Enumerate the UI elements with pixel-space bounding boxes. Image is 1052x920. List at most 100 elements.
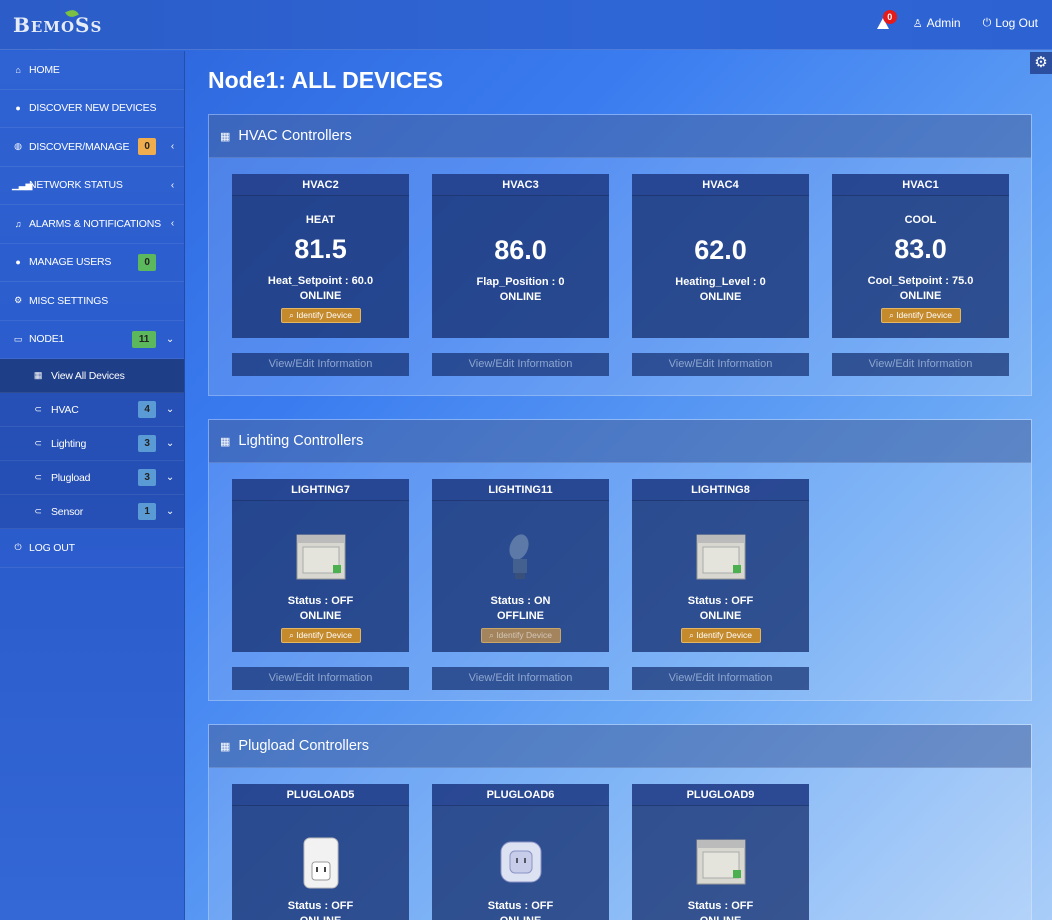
sidebar-item-logout[interactable]: ⏻ LOG OUT: [0, 529, 184, 568]
view-edit-button[interactable]: View/Edit Information: [632, 667, 809, 690]
device-state: ONLINE: [499, 291, 542, 303]
chevron-left-icon: ‹: [170, 141, 174, 153]
identify-device-button[interactable]: ⌕ Identify Device: [680, 628, 761, 643]
table-icon: ▦: [220, 130, 231, 143]
device-name: PLUGLOAD9: [632, 784, 809, 806]
device-parameter: Heat_Setpoint : 60.0: [267, 275, 374, 287]
view-edit-button[interactable]: View/Edit Information: [632, 353, 809, 376]
device-card-plugload5[interactable]: PLUGLOAD5 Status : OFF ONLINE: [232, 784, 409, 920]
sidebar-item-label: Plugload: [51, 471, 91, 484]
view-edit-button[interactable]: View/Edit Information: [232, 353, 409, 376]
sidebar-item-discover-manage[interactable]: ◍ DISCOVER/MANAGE 0 ‹: [0, 128, 184, 167]
node1-submenu: ▦ View All Devices ⊂ HVAC 4 ⌄ ⊂ Lighting 3 ⌄ ⊂ P…: [0, 359, 184, 529]
table-icon: ▦: [220, 740, 231, 753]
sidebar-item-label: View All Devices: [51, 369, 125, 382]
sidebar-item-misc-settings[interactable]: ⚙ MISC SETTINGS: [0, 282, 184, 321]
sidebar-item-label: ALARMS & NOTIFICATIONS: [29, 217, 161, 230]
plugload-count-badge: 3: [138, 469, 156, 486]
alert-icon[interactable]: 0: [876, 10, 897, 30]
identify-device-button[interactable]: ⌕ Identify Device: [280, 308, 361, 323]
hdd-icon: ⊂: [34, 404, 42, 414]
user-icon: ●: [15, 257, 21, 268]
device-name: HVAC3: [432, 174, 609, 196]
device-name: PLUGLOAD6: [432, 784, 609, 806]
table-icon: ▦: [33, 370, 43, 380]
device-name: LIGHTING11: [432, 479, 609, 501]
sidebar-item-label: DISCOVER NEW DEVICES: [29, 102, 157, 115]
sensor-count-badge: 1: [138, 503, 156, 520]
discover-count-badge: 0: [138, 138, 156, 156]
sidebar-item-label: Sensor: [51, 505, 84, 518]
device-card-lighting11[interactable]: LIGHTING11 Status : ON OFFLINE ⌕ Identif…: [432, 479, 609, 652]
alert-count-badge: 0: [882, 10, 897, 24]
device-card-lighting8[interactable]: LIGHTING8 Status : OFF ONLINE ⌕ Identify…: [632, 479, 809, 652]
device-card-plugload9[interactable]: PLUGLOAD9 Status : OFF ONLINE: [632, 784, 809, 920]
device-card-hvac4[interactable]: HVAC4 62.0 Heating_Level : 0 ONLINE: [632, 174, 809, 338]
plugload-heading: Plugload Controllers: [238, 738, 369, 754]
sidebar-item-label: MISC SETTINGS: [29, 294, 109, 307]
device-status: Status : OFF: [287, 900, 354, 912]
sidebar-item-plugload[interactable]: ⊂ Plugload 3 ⌄: [0, 461, 184, 495]
device-mode: [432, 214, 609, 227]
device-mode: HEAT: [305, 214, 336, 226]
power-icon: ⏻: [982, 16, 992, 29]
sidebar-item-node1[interactable]: ▭ NODE1 11 ⌄: [0, 321, 184, 359]
device-status: Status : OFF: [687, 595, 754, 607]
device-card-hvac1[interactable]: HVAC1 COOL 83.0 Cool_Setpoint : 75.0 ONL…: [832, 174, 1009, 338]
sidebar-item-view-all-devices[interactable]: ▦ View All Devices: [0, 359, 184, 393]
sidebar-item-lighting[interactable]: ⊂ Lighting 3 ⌄: [0, 427, 184, 461]
sidebar-item-manage-users[interactable]: ● MANAGE USERS 0: [0, 244, 184, 282]
sidebar-item-hvac[interactable]: ⊂ HVAC 4 ⌄: [0, 393, 184, 427]
view-edit-button[interactable]: View/Edit Information: [432, 353, 609, 376]
device-card-plugload6[interactable]: PLUGLOAD6 Status : OFF ONLINE: [432, 784, 609, 920]
bell-icon: ♫: [14, 218, 22, 229]
device-state: ONLINE: [232, 915, 409, 920]
device-state: ONLINE: [699, 291, 742, 303]
gear-icon[interactable]: ⚙: [1030, 52, 1052, 74]
sidebar-item-label: NODE1: [29, 333, 65, 346]
device-state: ONLINE: [632, 915, 809, 920]
chevron-left-icon: ‹: [170, 179, 174, 191]
light-bulb-icon: [508, 534, 529, 579]
identify-device-button[interactable]: ⌕ Identify Device: [880, 308, 961, 323]
sidebar-item-discover-new-devices[interactable]: ● DISCOVER NEW DEVICES: [0, 90, 184, 128]
device-card-hvac2[interactable]: HVAC2 HEAT 81.5 Heat_Setpoint : 60.0 ONL…: [232, 174, 409, 338]
smart-plug-icon: [500, 841, 541, 883]
device-name: HVAC4: [632, 174, 809, 196]
sidebar-item-label: Lighting: [51, 437, 87, 450]
bemoss-logo[interactable]: BEMOSS: [13, 13, 102, 37]
device-temperature: 62.0: [694, 235, 747, 265]
device-state: ONLINE: [299, 610, 342, 622]
sidebar-item-home[interactable]: ⌂ HOME: [0, 51, 184, 90]
chevron-down-icon: ⌄: [165, 333, 174, 345]
device-state: ONLINE: [699, 610, 742, 622]
device-state: ONLINE: [899, 290, 942, 302]
view-edit-button[interactable]: View/Edit Information: [832, 353, 1009, 376]
device-name: LIGHTING8: [632, 479, 809, 501]
device-mode: COOL: [904, 214, 937, 226]
admin-link[interactable]: ♙ Admin: [913, 16, 961, 30]
logout-link[interactable]: ⏻ Log Out: [983, 16, 1038, 30]
node-count-badge: 11: [132, 330, 156, 348]
identify-device-button[interactable]: ⌕ Identify Device: [480, 628, 561, 643]
chevron-down-icon: ⌄: [165, 506, 174, 517]
sidebar-item-label: LOG OUT: [29, 541, 75, 554]
device-name: LIGHTING7: [232, 479, 409, 501]
controller-box-icon: [296, 534, 345, 580]
chevron-left-icon: ‹: [170, 218, 174, 230]
sidebar-item-network-status[interactable]: ▁▃▅ NETWORK STATUS ‹: [0, 167, 184, 205]
device-card-lighting7[interactable]: LIGHTING7 Status : OFF ONLINE ⌕ Identify…: [232, 479, 409, 652]
user-icon: ♙: [912, 17, 923, 30]
sidebar-item-alarms[interactable]: ♫ ALARMS & NOTIFICATIONS ‹: [0, 205, 184, 244]
device-card-hvac3[interactable]: HVAC3 86.0 Flap_Position : 0 ONLINE: [432, 174, 609, 338]
device-temperature: 83.0: [894, 234, 947, 264]
sidebar: ⌂ HOME ● DISCOVER NEW DEVICES ◍ DISCOVER/MA…: [0, 51, 185, 920]
smart-plug-icon: [303, 837, 338, 889]
hdd-icon: ⊂: [34, 438, 42, 448]
table-icon: ▦: [220, 435, 231, 448]
view-edit-button[interactable]: View/Edit Information: [432, 667, 609, 690]
identify-device-button[interactable]: ⌕ Identify Device: [280, 628, 361, 643]
sidebar-item-label: DISCOVER/MANAGE: [29, 140, 130, 153]
sidebar-item-sensor[interactable]: ⊂ Sensor 1 ⌄: [0, 495, 184, 529]
view-edit-button[interactable]: View/Edit Information: [232, 667, 409, 690]
